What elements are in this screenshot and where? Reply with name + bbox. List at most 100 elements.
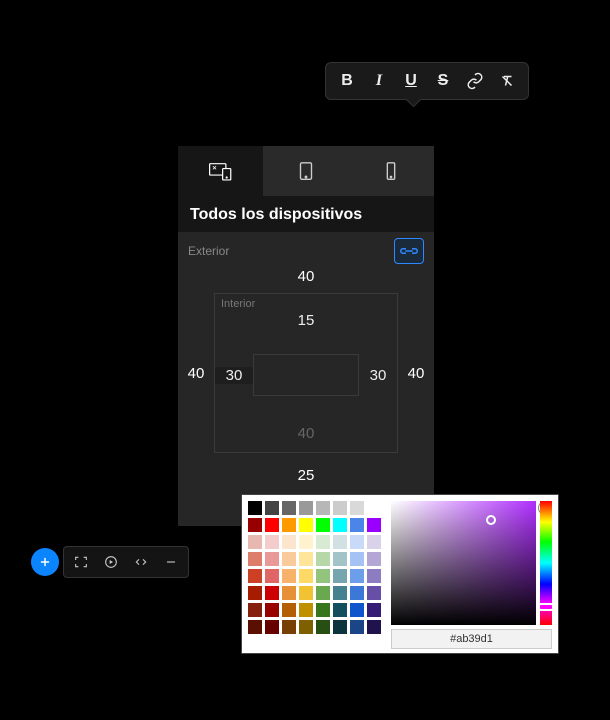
swatch[interactable] [367, 620, 381, 634]
swatch[interactable] [248, 552, 262, 566]
swatch[interactable] [299, 586, 313, 600]
swatch[interactable] [316, 535, 330, 549]
swatch[interactable] [367, 569, 381, 583]
padding-bottom-input[interactable]: 40 [215, 415, 397, 452]
swatch[interactable] [299, 603, 313, 617]
text-format-toolbar: B I U S [325, 62, 529, 100]
swatch[interactable] [316, 518, 330, 532]
swatch[interactable] [248, 535, 262, 549]
play-icon[interactable] [99, 550, 123, 574]
swatch[interactable] [316, 603, 330, 617]
code-icon[interactable] [129, 550, 153, 574]
device-tabs [178, 146, 434, 196]
swatch[interactable] [333, 620, 347, 634]
padding-right-input[interactable]: 30 [359, 367, 397, 384]
minimize-icon[interactable] [159, 550, 183, 574]
swatch[interactable] [350, 518, 364, 532]
hex-input[interactable]: #ab39d1 [391, 629, 552, 649]
swatch[interactable] [316, 586, 330, 600]
swatch[interactable] [350, 586, 364, 600]
hue-thumb [538, 603, 554, 611]
swatch[interactable] [282, 501, 296, 515]
swatch[interactable] [265, 535, 279, 549]
spacing-panel: Todos los dispositivos Exterior 40 40 In… [178, 146, 434, 526]
swatch[interactable] [299, 620, 313, 634]
swatch[interactable] [367, 552, 381, 566]
swatch[interactable] [265, 620, 279, 634]
floating-action-bar [31, 546, 189, 578]
swatch[interactable] [316, 501, 330, 515]
swatch[interactable] [282, 603, 296, 617]
strikethrough-button[interactable]: S [428, 67, 458, 95]
hue-slider[interactable] [540, 501, 552, 625]
swatch[interactable] [248, 501, 262, 515]
swatch[interactable] [333, 501, 347, 515]
clear-format-button[interactable] [492, 67, 522, 95]
swatch[interactable] [265, 552, 279, 566]
swatch[interactable] [299, 552, 313, 566]
swatch[interactable] [333, 569, 347, 583]
swatch[interactable] [299, 569, 313, 583]
margin-right-input[interactable]: 40 [398, 293, 434, 453]
swatch[interactable] [316, 620, 330, 634]
swatch[interactable] [265, 603, 279, 617]
swatch[interactable] [282, 518, 296, 532]
tab-mobile[interactable] [349, 146, 434, 196]
swatch[interactable] [316, 552, 330, 566]
swatch[interactable] [350, 603, 364, 617]
swatch[interactable] [367, 586, 381, 600]
content-box [253, 354, 359, 396]
link-values-toggle[interactable] [394, 238, 424, 264]
swatch[interactable] [282, 586, 296, 600]
padding-box: Interior 15 30 30 40 [214, 293, 398, 453]
swatch[interactable] [248, 569, 262, 583]
swatch[interactable] [333, 535, 347, 549]
italic-button[interactable]: I [364, 67, 394, 95]
swatch[interactable] [265, 586, 279, 600]
swatch[interactable] [350, 501, 364, 515]
swatch[interactable] [282, 620, 296, 634]
tab-all-devices[interactable] [178, 146, 263, 196]
swatch[interactable] [367, 535, 381, 549]
swatch[interactable] [367, 603, 381, 617]
tab-tablet[interactable] [263, 146, 348, 196]
swatch[interactable] [333, 603, 347, 617]
padding-left-input[interactable]: 30 [215, 367, 253, 384]
swatch[interactable] [282, 535, 296, 549]
swatch[interactable] [316, 569, 330, 583]
swatch[interactable] [299, 535, 313, 549]
swatch[interactable] [248, 603, 262, 617]
margin-top-input[interactable]: 40 [178, 264, 434, 293]
swatch[interactable] [265, 518, 279, 532]
swatch[interactable] [333, 552, 347, 566]
swatch[interactable] [350, 535, 364, 549]
swatch[interactable] [248, 586, 262, 600]
swatch[interactable] [333, 586, 347, 600]
fullscreen-icon[interactable] [69, 550, 93, 574]
underline-button[interactable]: U [396, 67, 426, 95]
swatch[interactable] [350, 569, 364, 583]
swatch[interactable] [248, 620, 262, 634]
swatch[interactable] [299, 501, 313, 515]
saturation-value-box[interactable] [391, 501, 536, 625]
link-button[interactable] [460, 67, 490, 95]
color-picker: #ab39d1 [241, 494, 559, 654]
panel-title: Todos los dispositivos [178, 196, 434, 232]
swatch[interactable] [333, 518, 347, 532]
margin-bottom-input[interactable]: 25 [178, 453, 434, 488]
swatch[interactable] [265, 569, 279, 583]
swatch[interactable] [299, 518, 313, 532]
add-button[interactable] [31, 548, 59, 576]
swatch[interactable] [265, 501, 279, 515]
swatch-grid [242, 495, 387, 653]
swatch[interactable] [350, 552, 364, 566]
swatch[interactable] [248, 518, 262, 532]
margin-left-input[interactable]: 40 [178, 293, 214, 453]
outer-label: Exterior [188, 244, 229, 258]
swatch[interactable] [282, 552, 296, 566]
bold-button[interactable]: B [332, 67, 362, 95]
swatch[interactable] [367, 518, 381, 532]
swatch[interactable] [350, 620, 364, 634]
swatch[interactable] [282, 569, 296, 583]
swatch[interactable] [367, 501, 381, 515]
